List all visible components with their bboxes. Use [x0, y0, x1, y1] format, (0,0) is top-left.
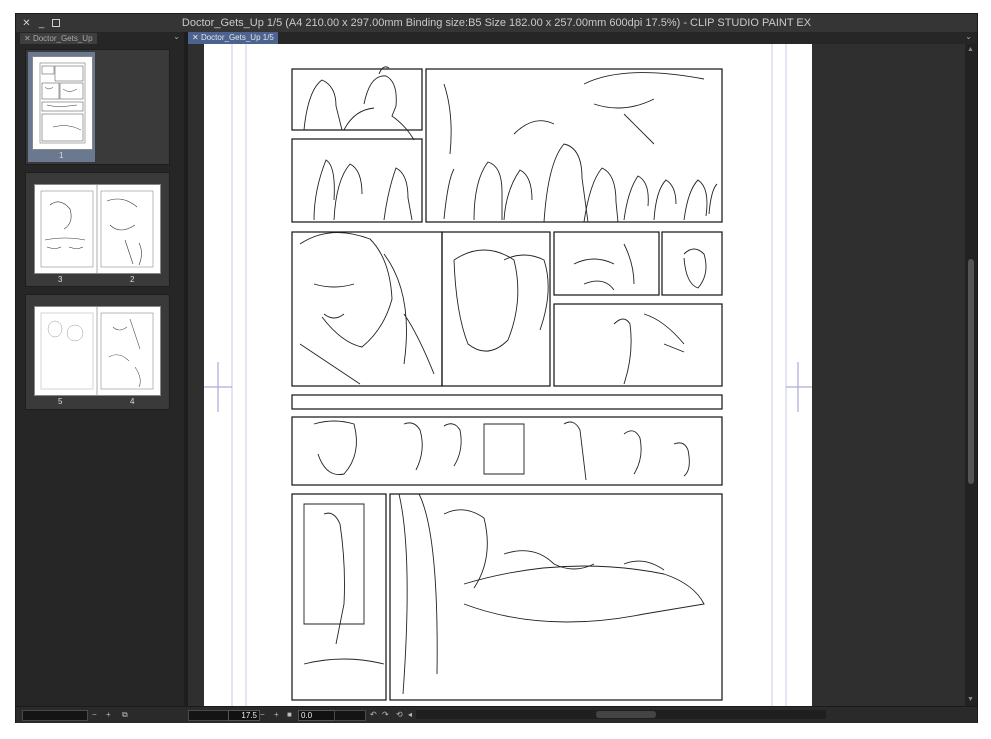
chevron-down-icon[interactable]: ⌄	[173, 32, 180, 41]
window-controls: ✕ _	[22, 14, 60, 32]
reset-rotation-icon[interactable]: ⟲	[396, 710, 403, 719]
page-number-label: 1	[59, 151, 64, 160]
page-number-label: 2	[130, 275, 135, 284]
thumbnail-size-slider[interactable]	[22, 710, 88, 721]
canvas-tabbar: ✕ Doctor_Gets_Up 1/5 ⌄	[188, 32, 977, 44]
page-thumbnail-1[interactable]	[32, 56, 93, 150]
thumbnail-sketch	[39, 62, 86, 144]
canvas-area[interactable]	[188, 44, 965, 706]
rotate-right-icon[interactable]: ↷	[382, 710, 389, 719]
canvas-tab-label: Doctor_Gets_Up 1/5	[200, 33, 274, 42]
rotate-left-icon[interactable]: ↶	[370, 710, 377, 719]
manga-sketch	[204, 44, 812, 706]
page-card-1[interactable]: 1	[25, 49, 170, 165]
status-bar: − + ⧉ 17.5 − + ■ 0.0 ↶ ↷ ⟲ ◂	[16, 706, 977, 723]
chevron-down-icon[interactable]: ⌄	[965, 32, 972, 41]
window-title: Doctor_Gets_Up 1/5 (A4 210.00 x 297.00mm…	[181, 17, 812, 29]
zoom-in-button[interactable]: +	[274, 710, 279, 719]
vertical-scrollbar[interactable]: ▲ ▼	[965, 44, 977, 706]
canvas-tab-active[interactable]: ✕ Doctor_Gets_Up 1/5	[188, 32, 278, 44]
title-bar: ✕ _ Doctor_Gets_Up 1/5 (A4 210.00 x 297.…	[16, 14, 977, 32]
rotation-slider[interactable]	[334, 710, 366, 721]
thumbnail-zoom-out-button[interactable]: −	[92, 710, 97, 719]
app-window: ✕ _ Doctor_Gets_Up 1/5 (A4 210.00 x 297.…	[15, 13, 978, 723]
page-thumbnail-spread-2-3[interactable]	[34, 184, 161, 274]
flip-horizontal-icon[interactable]: ◂	[408, 710, 412, 719]
manga-page[interactable]	[204, 44, 812, 706]
page-settings-icon[interactable]: ⧉	[122, 710, 128, 720]
thumbnail-zoom-in-button[interactable]: +	[106, 710, 111, 719]
page-manager-tab-label: Doctor_Gets_Up	[32, 34, 93, 43]
thumbnail-sketch	[40, 185, 154, 273]
zoom-out-button[interactable]: −	[260, 710, 265, 719]
page-card-spread-2-3[interactable]: 3 2	[25, 172, 170, 287]
page-number-label: 4	[130, 397, 135, 406]
page-card-spread-4-5[interactable]: 5 4	[25, 294, 170, 410]
thumbnail-sketch	[40, 307, 154, 395]
horizontal-scrollbar[interactable]	[416, 710, 826, 719]
horizontal-scroll-thumb[interactable]	[596, 711, 656, 718]
scroll-down-icon[interactable]: ▼	[967, 696, 974, 703]
page-number-label: 3	[58, 275, 63, 284]
page-manager-panel: ✕ Doctor_Gets_Up ⌄ 1 3 2 5 4	[16, 32, 184, 706]
page-number-label: 5	[58, 397, 63, 406]
rotation-angle-field[interactable]: 0.0	[298, 710, 336, 721]
zoom-level-field[interactable]: 17.5	[228, 710, 260, 721]
zoom-slider[interactable]	[188, 710, 230, 721]
fit-to-window-icon[interactable]: ■	[287, 710, 292, 719]
minimize-window-button[interactable]: _	[37, 18, 46, 28]
scroll-up-icon[interactable]: ▲	[967, 46, 974, 53]
page-manager-tabbar: ✕ Doctor_Gets_Up ⌄	[16, 32, 184, 44]
page-thumbnail-spread-4-5[interactable]	[34, 306, 161, 396]
vertical-scroll-thumb[interactable]	[968, 259, 974, 484]
maximize-window-button[interactable]	[52, 19, 60, 27]
close-tab-icon[interactable]: ✕	[192, 33, 199, 42]
close-window-button[interactable]: ✕	[22, 18, 31, 28]
page-manager-tab[interactable]: ✕ Doctor_Gets_Up	[20, 33, 97, 44]
close-tab-icon[interactable]: ✕	[24, 34, 31, 43]
